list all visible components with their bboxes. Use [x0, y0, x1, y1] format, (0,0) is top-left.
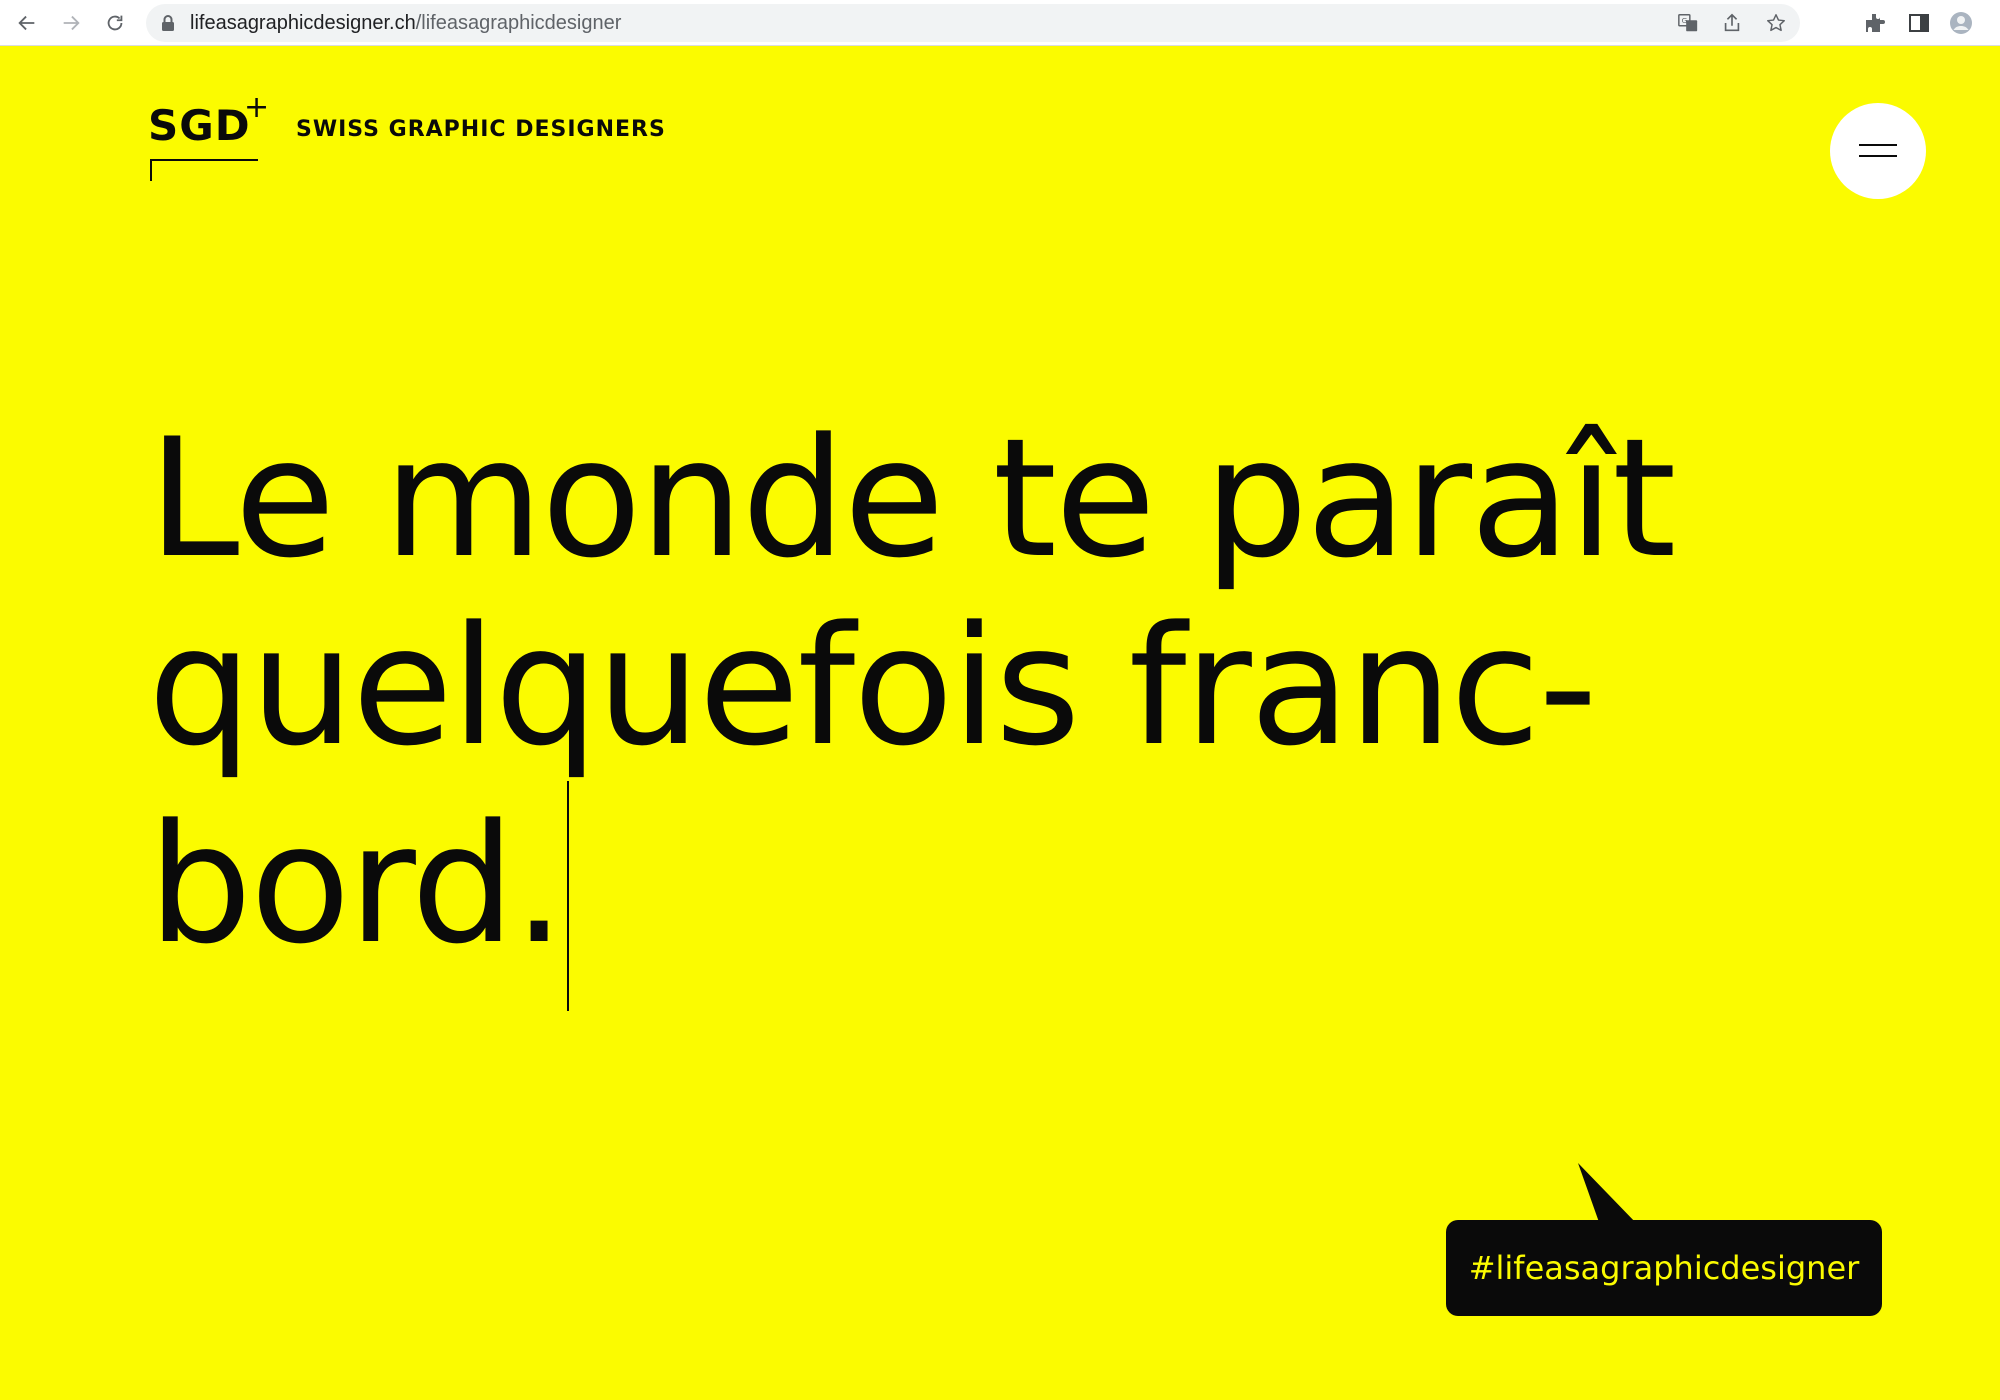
headline-line-1: Le monde te paraît [148, 403, 1676, 594]
headline-line-3-wrap: bord. [148, 781, 1808, 1011]
logo-bracket [150, 159, 258, 181]
extensions-icon [1866, 14, 1885, 32]
profile-icon [1950, 12, 1972, 34]
hashtag-label: #lifeasagraphicdesigner [1468, 1249, 1860, 1287]
bookmark-button[interactable] [1764, 11, 1788, 35]
star-icon [1767, 14, 1785, 32]
lock-icon [162, 15, 174, 31]
menu-line-bottom [1859, 155, 1897, 157]
sgd-logo[interactable]: SGD + SWISS GRAPHIC DESIGNERS [148, 93, 665, 235]
headline-line-2: quelquefois franc- [148, 591, 1598, 782]
translate-icon: G [1678, 14, 1698, 32]
address-bar[interactable]: lifeasagraphicdesigner.ch/lifeasagraphic… [146, 4, 1800, 42]
page-content: SGD + SWISS GRAPHIC DESIGNERS Le monde t… [0, 47, 2000, 1400]
share-button[interactable] [1720, 11, 1744, 35]
profile-button[interactable] [1946, 8, 1976, 38]
url-path: /lifeasagraphicdesigner [415, 12, 622, 34]
reload-button[interactable] [98, 6, 132, 40]
side-panel-button[interactable] [1904, 8, 1934, 38]
speech-bubble-tail [1578, 1163, 1638, 1225]
logo-mark: SGD [148, 101, 251, 150]
reload-icon [107, 15, 123, 31]
browser-toolbar: lifeasagraphicdesigner.ch/lifeasagraphic… [0, 0, 2000, 46]
extensions-button[interactable] [1860, 8, 1890, 38]
menu-line-top [1859, 144, 1897, 146]
side-panel-icon [1909, 14, 1929, 32]
headline: Le monde te paraît quelquefois franc- bo… [148, 405, 1808, 1011]
svg-text:G: G [1682, 16, 1688, 25]
back-button[interactable] [10, 6, 44, 40]
logo-plus: + [244, 90, 270, 125]
share-icon [1724, 13, 1740, 32]
forward-icon [63, 15, 80, 31]
url-text: lifeasagraphicdesigner.ch/lifeasagraphic… [190, 4, 621, 42]
menu-button[interactable] [1830, 103, 1926, 199]
translate-button[interactable]: G [1676, 11, 1700, 35]
url-domain: lifeasagraphicdesigner.ch [190, 12, 416, 34]
text-caret [567, 781, 570, 1011]
back-icon [18, 15, 35, 31]
logo-text: SWISS GRAPHIC DESIGNERS [296, 117, 666, 142]
hashtag-bubble[interactable]: #lifeasagraphicdesigner [1446, 1220, 1882, 1316]
forward-button[interactable] [54, 6, 88, 40]
headline-line-3: bord. [148, 789, 565, 980]
